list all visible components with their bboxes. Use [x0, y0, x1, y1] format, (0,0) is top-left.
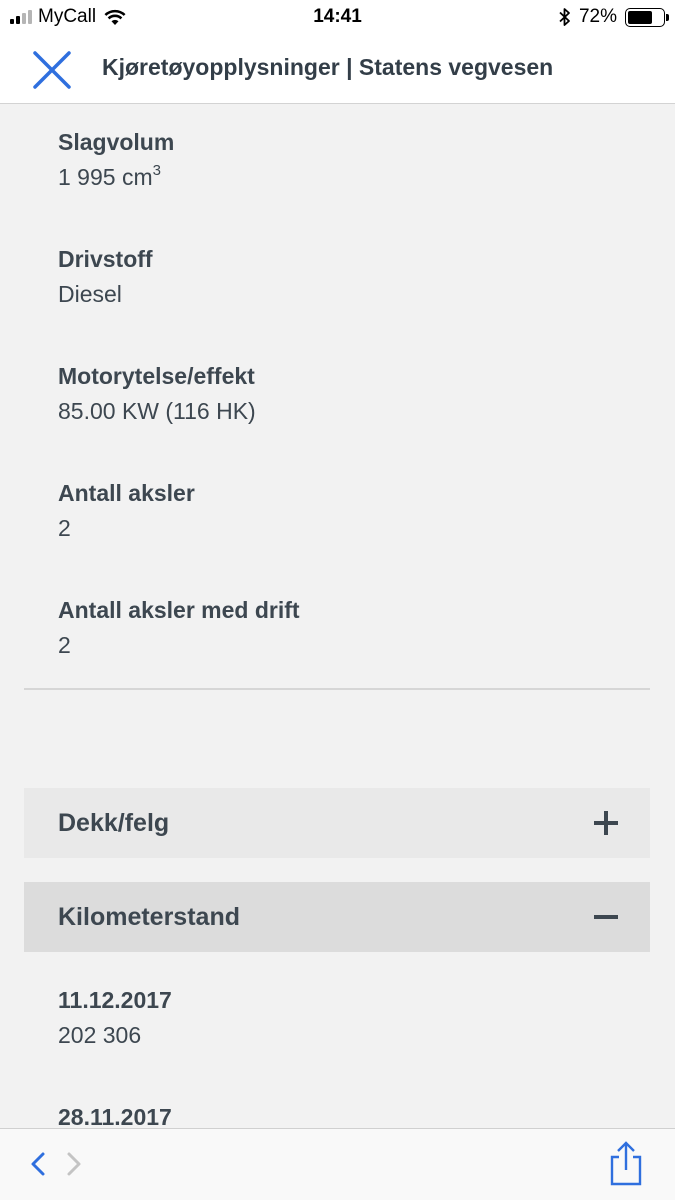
field-displacement: Slagvolum 1 995 cm3 [58, 127, 174, 192]
odometer-date: 11.12.2017 [58, 987, 172, 1013]
battery-icon [625, 7, 669, 27]
forward-button[interactable] [62, 1151, 84, 1182]
field-engine-power: Motorytelse/effekt 85.00 KW (116 HK) [58, 361, 256, 426]
displacement-value: 1 995 cm [58, 164, 153, 190]
field-value: 2 [58, 515, 71, 541]
battery-percent: 72% [578, 6, 617, 27]
navigation-bar: Kjøretøyopplysninger | Statens vegvesen [0, 36, 675, 104]
battery-level [628, 10, 653, 24]
back-icon [31, 1152, 45, 1176]
browser-page: MyCall 14:41 72% Kjøretøyopplysninger | … [0, 0, 675, 1200]
field-label: Antall aksler med drift [58, 597, 300, 623]
field-axles: Antall aksler 2 [58, 478, 195, 543]
field-label: Slagvolum [58, 129, 175, 155]
field-fuel: Drivstoff Diesel [58, 244, 153, 309]
field-value: 2 [58, 632, 71, 658]
odometer-value: 202 306 [58, 1022, 142, 1048]
section-title: Dekk/felg [58, 808, 170, 837]
odometer-entry: 11.12.2017 202 306 [58, 985, 172, 1050]
page-title: Kjøretøyopplysninger | Statens vegvesen [102, 54, 554, 80]
field-label: Antall aksler [58, 480, 195, 506]
section-odometer[interactable]: Kilometerstand [24, 882, 650, 952]
forward-icon [67, 1152, 81, 1176]
unit-superscript: 3 [152, 162, 161, 179]
minus-icon [594, 905, 618, 929]
odometer-date: 28.11.2017 [58, 1104, 172, 1129]
status-right: 72% [559, 6, 669, 28]
back-button[interactable] [28, 1151, 50, 1182]
field-value: 85.00 KW (116 HK) [58, 398, 256, 424]
odometer-entry: 28.11.2017 [58, 1102, 172, 1129]
bluetooth-icon [559, 8, 570, 26]
status-bar: MyCall 14:41 72% [0, 0, 675, 36]
section-title: Kilometerstand [58, 902, 240, 931]
plus-icon [594, 811, 618, 835]
field-label: Drivstoff [58, 246, 153, 272]
close-button[interactable] [30, 48, 74, 92]
share-button[interactable] [608, 1141, 644, 1192]
divider [24, 688, 650, 690]
field-driven-axles: Antall aksler med drift 2 [58, 595, 300, 660]
field-value: Diesel [58, 281, 122, 307]
section-tires-rims[interactable]: Dekk/felg [24, 788, 650, 858]
share-icon [610, 1141, 642, 1186]
browser-toolbar [0, 1128, 675, 1200]
vehicle-details: Slagvolum 1 995 cm3 Drivstoff Diesel Mot… [0, 105, 675, 1129]
close-icon [33, 51, 71, 89]
field-value: 1 995 cm3 [58, 162, 174, 192]
field-label: Motorytelse/effekt [58, 363, 255, 389]
